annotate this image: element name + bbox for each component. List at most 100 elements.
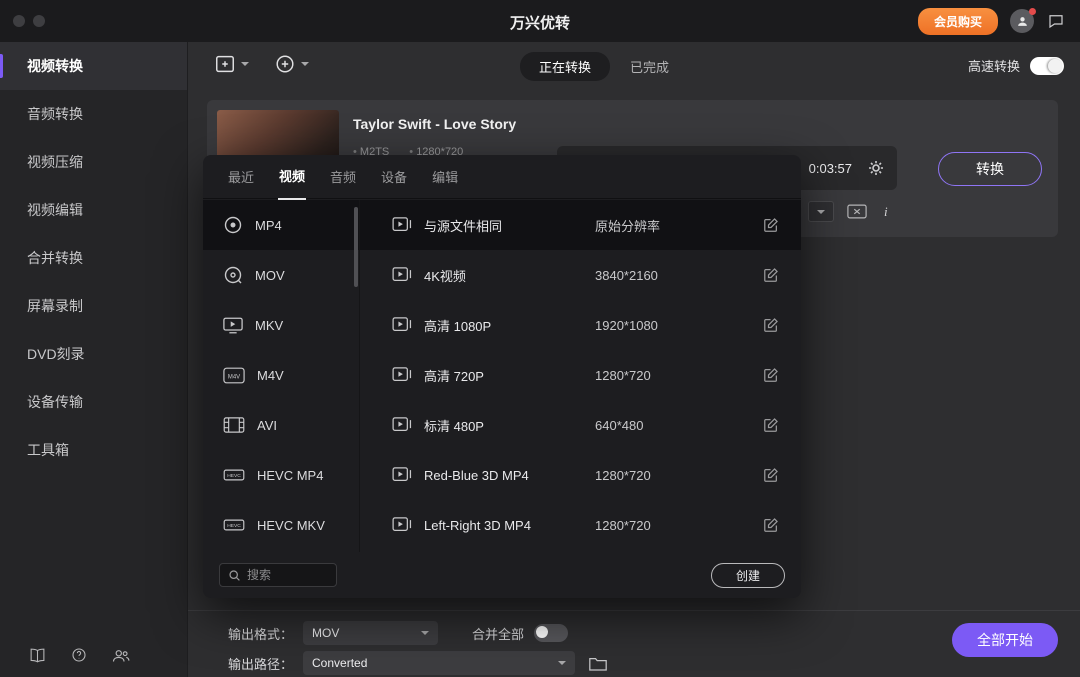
preset-4k[interactable]: 4K视频 3840*2160	[360, 250, 801, 300]
merge-toggle[interactable]	[534, 624, 569, 642]
preset-720p[interactable]: 高清 720P 1280*720	[360, 350, 801, 400]
add-from-device-button[interactable]	[274, 53, 309, 75]
hevc-mkv-icon: HEVC	[223, 519, 245, 531]
add-file-button[interactable]	[214, 53, 249, 75]
chevron-down-icon	[421, 631, 430, 635]
edit-icon[interactable]	[763, 417, 779, 433]
preset-name: 高清 1080P	[424, 318, 492, 334]
output-format-label: 输出格式：	[228, 626, 294, 642]
merge-control: 合并全部	[472, 624, 569, 643]
edit-icon[interactable]	[763, 267, 779, 283]
search-input[interactable]	[247, 568, 328, 582]
format-label: HEVC MKV	[257, 517, 325, 533]
sidebar-item-dvd-burn[interactable]: DVD刻录	[0, 330, 187, 378]
target-format-dropdown[interactable]	[808, 201, 834, 222]
video-preset-icon	[392, 467, 412, 483]
output-format-select[interactable]: MOV	[303, 621, 439, 645]
scrollbar[interactable]	[354, 207, 358, 287]
gear-icon[interactable]	[868, 160, 884, 176]
tab-device[interactable]: 设备	[380, 154, 408, 199]
preset-name: 标清 480P	[424, 418, 484, 434]
output-panel: 输出格式： MOV 合并全部 输出路径： Converted 全部开始	[188, 610, 1080, 677]
sidebar-item-video-convert[interactable]: 视频转换	[0, 42, 187, 90]
sidebar-item-video-compress[interactable]: 视频压缩	[0, 138, 187, 186]
edit-icon[interactable]	[763, 217, 779, 233]
output-path-select[interactable]: Converted	[303, 651, 576, 675]
high-speed-label: 高速转换	[967, 59, 1020, 74]
m4v-icon: M4V	[223, 367, 245, 383]
tab-converting[interactable]: 正在转换	[520, 52, 611, 81]
sidebar-item-toolbox[interactable]: 工具箱	[0, 426, 187, 474]
format-label: MKV	[255, 317, 284, 333]
start-all-button[interactable]: 全部开始	[952, 623, 1058, 657]
sidebar-item-audio-convert[interactable]: 音频转换	[0, 90, 187, 138]
format-item-mov[interactable]: MOV	[203, 250, 359, 300]
account-avatar[interactable]	[1010, 8, 1036, 33]
preset-red-blue-3d[interactable]: Red-Blue 3D MP4 1280*720	[360, 450, 801, 500]
format-label: M4V	[257, 367, 284, 383]
preset-name: 与源文件相同	[424, 218, 503, 234]
help-icon[interactable]	[71, 647, 87, 663]
task-duration: 0:03:57	[808, 160, 852, 176]
preset-list: 与源文件相同 原始分辨率 4K视频 3840*2160 高清 1080P 192…	[360, 200, 801, 552]
high-speed-toggle[interactable]	[1030, 56, 1064, 75]
format-popup-footer: 创建	[203, 552, 801, 598]
format-popup-body: MP4 MOV MKV M4V M4V AVI HEVC HEVC MP4 HE…	[203, 200, 801, 552]
membership-buy-button[interactable]: 会员购买	[917, 7, 998, 35]
convert-button[interactable]: 转换	[938, 152, 1042, 186]
toggle-knob	[536, 626, 549, 638]
community-icon[interactable]	[112, 647, 130, 663]
format-search	[219, 563, 337, 587]
titlebar-right: 会员购买	[917, 0, 1066, 42]
video-preset-icon	[392, 267, 412, 283]
message-icon[interactable]	[1046, 11, 1066, 31]
svg-text:HEVC: HEVC	[227, 523, 241, 529]
format-item-hevc-mp4[interactable]: HEVC HEVC MP4	[203, 450, 359, 500]
hevc-mp4-icon: HEVC	[223, 469, 245, 481]
sidebar-item-merge-convert[interactable]: 合并转换	[0, 234, 187, 282]
edit-icon[interactable]	[763, 367, 779, 383]
preset-same-as-source[interactable]: 与源文件相同 原始分辨率	[360, 200, 801, 250]
tab-finished[interactable]: 已完成	[624, 52, 675, 81]
video-preset-icon	[392, 417, 412, 433]
edit-icon[interactable]	[763, 317, 779, 333]
format-item-m4v[interactable]: M4V M4V	[203, 350, 359, 400]
edit-icon[interactable]	[763, 517, 779, 533]
subtitle-icon[interactable]	[847, 204, 867, 219]
guide-book-icon[interactable]	[29, 647, 46, 663]
edit-icon[interactable]	[763, 467, 779, 483]
tab-audio[interactable]: 音频	[329, 154, 357, 199]
create-custom-button[interactable]: 创建	[711, 562, 785, 588]
format-list: MP4 MOV MKV M4V M4V AVI HEVC HEVC MP4 HE…	[203, 200, 360, 552]
preset-left-right-3d[interactable]: Left-Right 3D MP4 1280*720	[360, 500, 801, 550]
format-item-mp4[interactable]: MP4	[203, 200, 359, 250]
sidebar-item-video-edit[interactable]: 视频编辑	[0, 186, 187, 234]
format-item-avi[interactable]: AVI	[203, 400, 359, 450]
toggle-knob	[1048, 58, 1062, 73]
video-preset-icon	[392, 517, 412, 533]
preset-480p[interactable]: 标清 480P 640*480	[360, 400, 801, 450]
format-item-hevc-mkv[interactable]: HEVC HEVC MKV	[203, 500, 359, 550]
sidebar-item-screen-record[interactable]: 屏幕录制	[0, 282, 187, 330]
format-item-mkv[interactable]: MKV	[203, 300, 359, 350]
output-path-label: 输出路径：	[228, 656, 294, 672]
preset-resolution: 1280*720	[595, 467, 651, 483]
tab-video[interactable]: 视频	[278, 153, 307, 200]
preset-resolution: 1920*1080	[595, 317, 658, 333]
mp4-icon	[224, 216, 242, 234]
preset-name: 4K视频	[424, 268, 466, 284]
preset-resolution: 3840*2160	[595, 267, 658, 283]
titlebar: 万兴优转 会员购买	[0, 0, 1080, 42]
chevron-down-icon	[817, 209, 825, 214]
video-preset-icon	[392, 317, 412, 333]
convert-status-tabs: 正在转换 已完成	[520, 52, 675, 81]
open-folder-icon[interactable]	[589, 656, 607, 671]
tab-edit[interactable]: 编辑	[431, 154, 459, 199]
format-label: MP4	[255, 217, 282, 233]
info-icon[interactable]: i	[880, 204, 892, 220]
preset-resolution: 1280*720	[595, 367, 651, 383]
preset-1080p[interactable]: 高清 1080P 1920*1080	[360, 300, 801, 350]
tab-recent[interactable]: 最近	[227, 154, 255, 199]
sidebar-item-device-transfer[interactable]: 设备传输	[0, 378, 187, 426]
format-label: MOV	[255, 267, 285, 283]
